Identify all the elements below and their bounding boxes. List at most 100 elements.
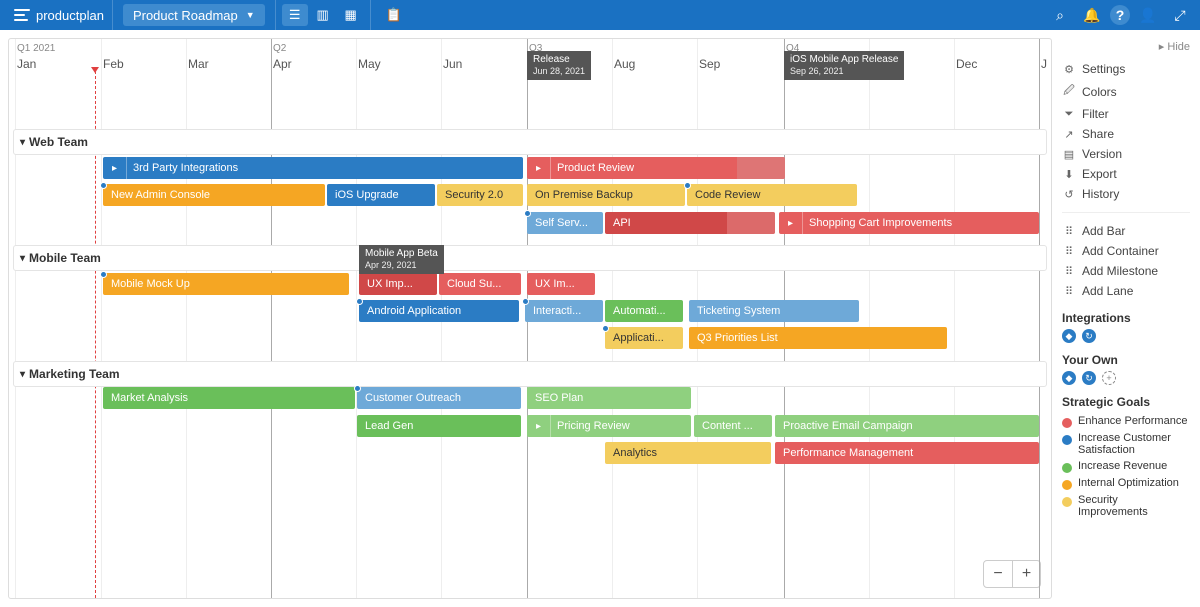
timeline-bar[interactable]: ▸ 3rd Party Integrations (103, 157, 523, 179)
panel-item-add-lane[interactable]: ⠿Add Lane (1062, 281, 1190, 301)
yourown-icon[interactable]: ◆ (1062, 371, 1076, 385)
timeline-bar[interactable]: Mobile Mock Up (103, 273, 349, 295)
integration-icon[interactable]: ↻ (1082, 329, 1096, 343)
timeline-bar[interactable]: API (605, 212, 775, 234)
view-columns-button[interactable]: ▥ (310, 4, 336, 26)
panel-item-export[interactable]: ⬇Export (1062, 164, 1190, 184)
bar-label: 3rd Party Integrations (133, 162, 238, 174)
integrations-heading: Integrations (1062, 311, 1190, 325)
lane-header[interactable]: ▾Marketing Team (13, 361, 1047, 387)
milestone-tag[interactable]: iOS Mobile App ReleaseSep 26, 2021 (784, 51, 904, 80)
chevron-down-icon: ▾ (20, 369, 25, 380)
timeline-bar[interactable]: SEO Plan (527, 387, 691, 409)
bar-label: API (613, 217, 631, 229)
lane-header[interactable]: ▾Mobile Team (13, 245, 1047, 271)
panel-item-colors[interactable]: 🖉Colors (1062, 79, 1190, 104)
timeline-bar[interactable]: Ticketing System (689, 300, 859, 322)
strategic-goal[interactable]: Security Improvements (1062, 492, 1190, 520)
drag-handle-icon: ⠿ (1062, 245, 1076, 258)
integration-icon[interactable]: ◆ (1062, 329, 1076, 343)
bar-label: Interacti... (533, 305, 581, 317)
bar-label: Lead Gen (365, 420, 413, 432)
timeline-bar[interactable]: Q3 Priorities List (689, 327, 947, 349)
expand-icon[interactable]: ⤢ (1166, 4, 1194, 26)
chevron-down-icon: ▾ (20, 253, 25, 264)
bar-label: iOS Upgrade (335, 189, 399, 201)
help-icon[interactable]: ? (1110, 5, 1130, 25)
bar-label: Ticketing System (697, 305, 780, 317)
timeline-bar[interactable]: Applicati... (605, 327, 683, 349)
zoom-out-button[interactable]: − (984, 561, 1012, 587)
zoom-in-button[interactable]: + (1012, 561, 1040, 587)
strategic-goal[interactable]: Internal Optimization (1062, 475, 1190, 492)
timeline-bar[interactable]: Self Serv... (527, 212, 603, 234)
timeline-bar[interactable]: Analytics (605, 442, 771, 464)
timeline-bar[interactable]: ▸Pricing Review (527, 415, 691, 437)
lane-header[interactable]: ▾Web Team (13, 129, 1047, 155)
month-label: Dec (956, 57, 977, 71)
panel-item-settings[interactable]: ⚙Settings (1062, 59, 1190, 79)
timeline-bar[interactable]: Customer Outreach (357, 387, 521, 409)
goal-dot-icon (1062, 435, 1072, 445)
timeline-bar[interactable]: Interacti... (525, 300, 603, 322)
bell-icon[interactable]: 🔔 (1078, 4, 1106, 26)
brand-logo[interactable]: productplan (6, 0, 113, 30)
chevron-right-icon: ▸ (779, 212, 803, 234)
roadmap-selector[interactable]: Product Roadmap ▼ (123, 4, 265, 26)
timeline-bar[interactable]: Lead Gen (357, 415, 521, 437)
panel-item-history[interactable]: ↺History (1062, 184, 1190, 204)
panel-item-share[interactable]: ↗Share (1062, 124, 1190, 144)
timeline-bar[interactable]: UX Im... (527, 273, 595, 295)
add-yourown-button[interactable]: + (1102, 371, 1116, 385)
bar-label: On Premise Backup (535, 189, 633, 201)
search-icon[interactable]: ⌕ (1046, 4, 1074, 26)
month-label: May (358, 57, 381, 71)
timeline-bar[interactable]: Content ... (694, 415, 772, 437)
panel-item-version[interactable]: ▤Version (1062, 144, 1190, 164)
view-table-button[interactable]: ▦ (338, 4, 364, 26)
timeline-bar[interactable]: Proactive Email Campaign (775, 415, 1039, 437)
timeline-bar[interactable]: ▸Shopping Cart Improvements (779, 212, 1039, 234)
bar-label: Product Review (557, 162, 634, 174)
strategic-goal[interactable]: Increase Customer Satisfaction (1062, 430, 1190, 458)
timeline-bar[interactable]: Code Review (687, 184, 857, 206)
bar-label: Analytics (613, 447, 657, 459)
brand-text: productplan (36, 8, 104, 23)
strategic-goal[interactable]: Enhance Performance (1062, 413, 1190, 430)
chevron-right-icon: ▸ (103, 157, 127, 179)
timeline-bar[interactable]: Performance Management (775, 442, 1039, 464)
timeline-bar[interactable]: Market Analysis (103, 387, 355, 409)
goal-dot-icon (1062, 480, 1072, 490)
timeline-bar[interactable]: Automati... (605, 300, 683, 322)
hide-panel-button[interactable]: ▸ Hide (1062, 40, 1190, 53)
panel-item-add-milestone[interactable]: ⠿Add Milestone (1062, 261, 1190, 281)
timeline-bar[interactable]: Cloud Su... (439, 273, 521, 295)
timeline-bar[interactable]: Android Application (359, 300, 519, 322)
timeline-bar[interactable]: UX Imp... (359, 273, 437, 295)
goals-heading: Strategic Goals (1062, 395, 1190, 409)
clipboard-button[interactable]: 📋 (381, 4, 407, 26)
yourown-icon[interactable]: ↻ (1082, 371, 1096, 385)
side-panel: ▸ Hide ⚙Settings🖉Colors⏷Filter↗Share▤Ver… (1052, 30, 1200, 607)
integrations-row: ◆ ↻ (1062, 329, 1190, 343)
timeline-bar[interactable]: Security 2.0 (437, 184, 523, 206)
view-timeline-button[interactable]: ☰ (282, 4, 308, 26)
timeline-bar[interactable]: iOS Upgrade (327, 184, 435, 206)
timeline-bar[interactable]: On Premise Backup (527, 184, 685, 206)
milestone-tag[interactable]: ReleaseJun 28, 2021 (527, 51, 591, 80)
panel-item-add-container[interactable]: ⠿Add Container (1062, 241, 1190, 261)
panel-item-add-bar[interactable]: ⠿Add Bar (1062, 221, 1190, 241)
user-icon[interactable]: 👤 (1134, 4, 1162, 26)
timeline-bar[interactable]: ▸Product Review (527, 157, 785, 179)
panel-item-filter[interactable]: ⏷Filter (1062, 104, 1190, 124)
milestone-tag[interactable]: Mobile App BetaApr 29, 2021 (359, 245, 444, 274)
export-icon: ⬇ (1062, 168, 1076, 181)
strategic-goal[interactable]: Increase Revenue (1062, 458, 1190, 475)
month-label: Jan (17, 57, 36, 71)
bar-label: Customer Outreach (365, 392, 461, 404)
bar-label: New Admin Console (111, 189, 210, 201)
bar-label: Automati... (613, 305, 666, 317)
timeline-bar[interactable]: New Admin Console (103, 184, 325, 206)
timeline[interactable]: − + JanFebMarAprMayJunAugSepDecJQ1 2021Q… (8, 38, 1052, 599)
history-icon: ↺ (1062, 188, 1076, 201)
